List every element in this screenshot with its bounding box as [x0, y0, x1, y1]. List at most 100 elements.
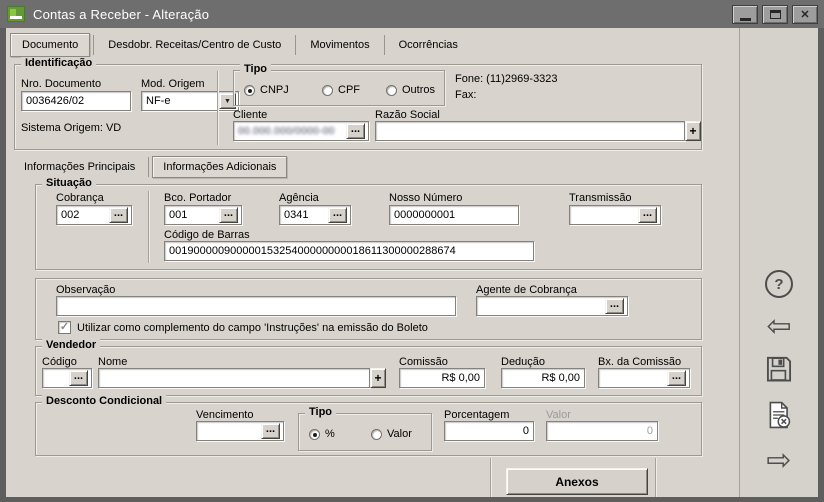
tab-informacoes-adicionais[interactable]: Informações Adicionais — [152, 156, 287, 178]
form-area: Documento Desdobr. Receitas/Centro de Cu… — [6, 28, 818, 497]
vendedor-codigo-label: Código — [42, 356, 77, 368]
save-icon[interactable] — [765, 356, 793, 386]
nro-documento-field[interactable]: 0036426/02 — [21, 91, 131, 111]
lookup-ellipsis-icon[interactable]: ... — [605, 298, 624, 314]
lookup-ellipsis-icon[interactable]: ... — [667, 370, 686, 386]
fax-text: Fax: — [455, 89, 476, 101]
deducao-field[interactable]: R$ 0,00 — [501, 368, 585, 388]
tab-desdobr-receitas[interactable]: Desdobr. Receitas/Centro de Custo — [97, 34, 292, 56]
tab-separator — [384, 35, 385, 55]
radio-outros[interactable]: Outros — [386, 84, 435, 96]
transmissao-label: Transmissão — [569, 192, 632, 204]
tipo-group: Tipo CNPJ CPF Outros — [233, 70, 445, 106]
cliente-field[interactable]: 00.000.000/0000-00 ... — [233, 121, 369, 141]
add-plus-icon[interactable]: + — [685, 121, 701, 141]
boleto-checkbox[interactable]: ✓ — [58, 321, 71, 334]
agente-cobranca-field[interactable]: ... — [476, 296, 628, 316]
agente-cobranca-label: Agente de Cobrança — [476, 284, 577, 296]
codigo-barras-field[interactable]: 0019000009000001532540000000001861130000… — [164, 241, 534, 261]
transmissao-field[interactable]: ... — [569, 205, 661, 225]
main-tab-bar: Documento Desdobr. Receitas/Centro de Cu… — [10, 32, 469, 58]
porcentagem-field[interactable]: 0 — [444, 421, 534, 441]
lookup-ellipsis-icon[interactable]: ... — [219, 207, 238, 223]
close-icon[interactable]: ✕ — [792, 5, 818, 24]
divider — [655, 458, 656, 497]
boleto-checkbox-label: Utilizar como complemento do campo 'Inst… — [77, 322, 428, 334]
action-sidebar: ? ⇦ — [739, 28, 818, 497]
lookup-ellipsis-icon[interactable]: ... — [346, 123, 365, 139]
tab-separator — [93, 35, 94, 55]
comissao-label: Comissão — [399, 356, 448, 368]
previous-arrow-icon[interactable]: ⇦ — [766, 313, 791, 341]
radio-off-icon — [386, 85, 397, 96]
identificacao-group: Identificação Nro. Documento 0036426/02 … — [14, 64, 702, 150]
tab-separator — [295, 35, 296, 55]
situacao-group: Situação Cobrança 002 ... Bco. Portador … — [35, 184, 702, 270]
vencimento-field[interactable]: ... — [196, 421, 284, 441]
title-bar: Contas a Receber - Alteração ✕ — [0, 0, 824, 28]
radio-off-icon — [322, 85, 333, 96]
razao-social-field[interactable] — [375, 121, 685, 141]
radio-percentual[interactable]: % — [309, 428, 335, 440]
bx-comissao-label: Bx. da Comissão — [598, 356, 681, 368]
divider — [490, 458, 491, 497]
cobranca-field[interactable]: 002 ... — [56, 205, 132, 225]
agencia-field[interactable]: 0341 ... — [279, 205, 351, 225]
observacao-label: Observação — [56, 284, 115, 296]
nosso-numero-field[interactable]: 0000000001 — [389, 205, 519, 225]
lookup-ellipsis-icon[interactable]: ... — [261, 423, 280, 439]
observacao-field[interactable] — [56, 296, 456, 316]
help-icon[interactable]: ? — [765, 270, 793, 298]
cliente-label: Cliente — [233, 109, 267, 121]
next-arrow-icon[interactable]: ⇨ — [766, 447, 791, 475]
anexos-button[interactable]: Anexos — [506, 468, 648, 495]
fone-text: Fone: (11)2969-3323 — [455, 73, 558, 85]
radio-percentual-label: % — [325, 428, 335, 440]
minimize-icon[interactable] — [732, 5, 758, 24]
add-plus-icon[interactable]: + — [370, 368, 386, 388]
vendedor-nome-field[interactable] — [98, 368, 370, 388]
bx-comissao-field[interactable]: ... — [598, 368, 690, 388]
deducao-label: Dedução — [501, 356, 545, 368]
valor-label: Valor — [546, 409, 571, 421]
mod-origem-select[interactable]: NF-e ▼ — [141, 91, 239, 111]
desconto-tipo-group: Tipo % Valor — [298, 413, 432, 451]
bco-portador-field[interactable]: 001 ... — [164, 205, 242, 225]
divider — [148, 191, 149, 263]
desconto-title: Desconto Condicional — [42, 395, 166, 407]
tab-informacoes-principais[interactable]: Informações Principais — [14, 157, 145, 177]
tab-ocorrencias[interactable]: Ocorrências — [388, 34, 469, 56]
radio-on-icon — [309, 429, 320, 440]
maximize-icon[interactable] — [762, 5, 788, 24]
nosso-numero-label: Nosso Número — [389, 192, 462, 204]
window: Contas a Receber - Alteração ✕ Documento… — [0, 0, 824, 502]
tipo-title: Tipo — [240, 63, 271, 75]
tab-documento[interactable]: Documento — [10, 33, 90, 57]
check-icon: ✓ — [60, 320, 69, 333]
razao-social-label: Razão Social — [375, 109, 440, 121]
tab-separator — [148, 157, 149, 177]
agencia-label: Agência — [279, 192, 319, 204]
vendedor-nome-label: Nome — [98, 356, 127, 368]
vendedor-title: Vendedor — [42, 339, 100, 351]
vendedor-codigo-field[interactable]: ... — [42, 368, 92, 388]
lookup-ellipsis-icon[interactable]: ... — [638, 207, 657, 223]
desconto-tipo-title: Tipo — [305, 406, 336, 418]
radio-cpf-label: CPF — [338, 84, 360, 96]
tab-movimentos[interactable]: Movimentos — [299, 34, 380, 56]
comissao-field[interactable]: R$ 0,00 — [399, 368, 485, 388]
radio-cpf[interactable]: CPF — [322, 84, 360, 96]
lookup-ellipsis-icon[interactable]: ... — [328, 207, 347, 223]
lookup-ellipsis-icon[interactable]: ... — [69, 370, 88, 386]
vendedor-group: Vendedor Código ... Nome + Comissão R$ 0… — [35, 346, 702, 396]
radio-cnpj[interactable]: CNPJ — [244, 84, 289, 96]
radio-valor[interactable]: Valor — [371, 428, 412, 440]
window-title: Contas a Receber - Alteração — [33, 7, 209, 22]
radio-outros-label: Outros — [402, 84, 435, 96]
valor-field: 0 — [546, 421, 658, 441]
lookup-ellipsis-icon[interactable]: ... — [109, 207, 128, 223]
radio-valor-label: Valor — [387, 428, 412, 440]
cancel-document-icon[interactable] — [766, 401, 792, 432]
mod-origem-label: Mod. Origem — [141, 78, 205, 90]
divider — [217, 71, 218, 145]
